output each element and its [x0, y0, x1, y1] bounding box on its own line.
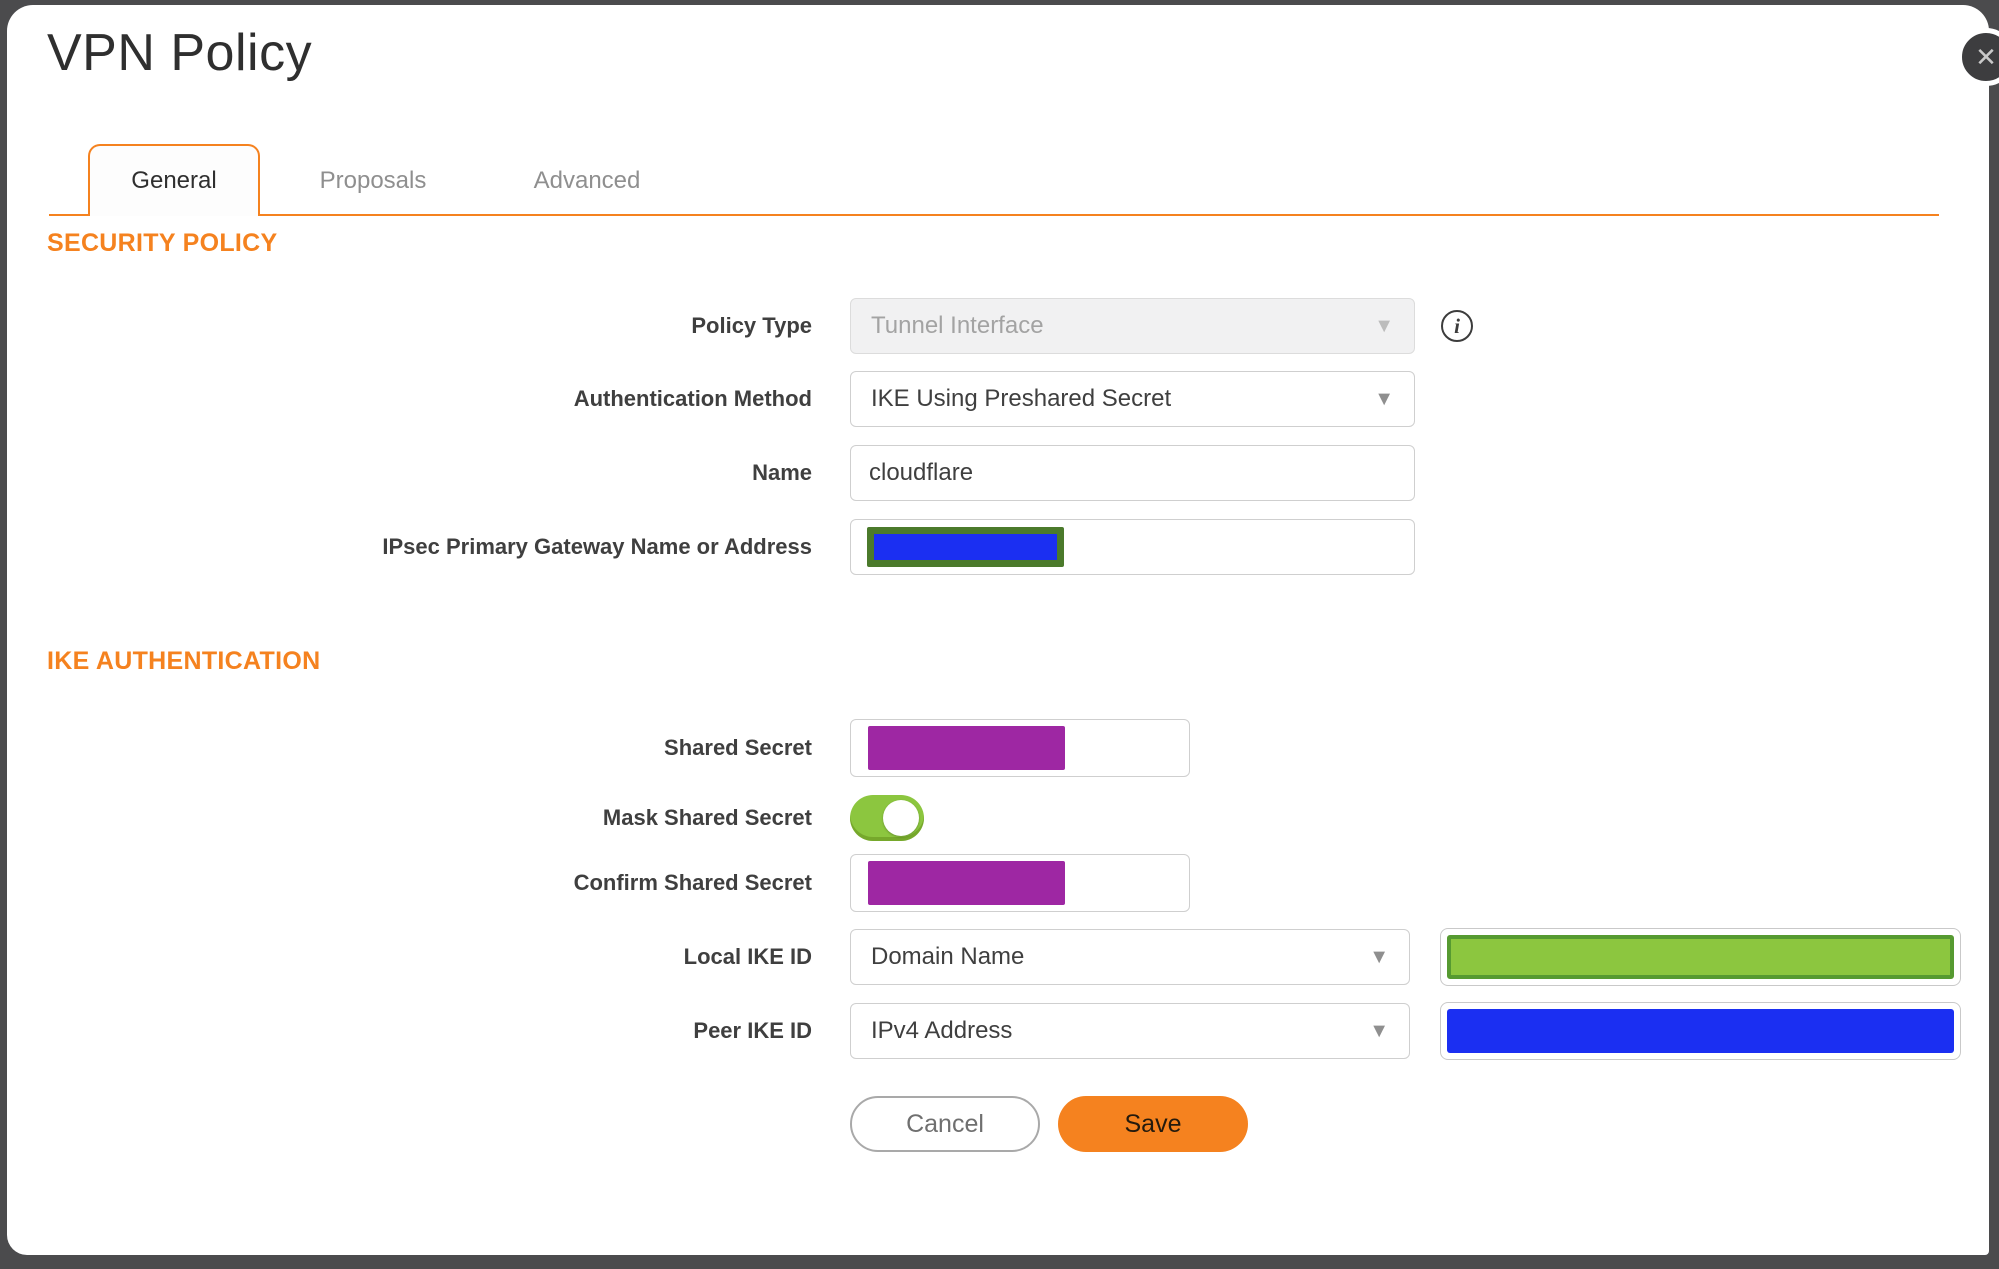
tab-general-label: General: [131, 167, 217, 194]
name-input-wrap: [850, 445, 1415, 501]
cancel-button[interactable]: Cancel: [850, 1096, 1040, 1152]
vpn-policy-dialog: VPN Policy General Proposals Advanced SE…: [7, 5, 1989, 1255]
confirm-shared-secret-redacted-value: [868, 861, 1065, 905]
policy-type-label: Policy Type: [691, 313, 812, 338]
policy-type-value: Tunnel Interface: [871, 312, 1044, 339]
local-ike-id-select[interactable]: Domain Name ▼: [850, 929, 1410, 985]
tab-proposals-label: Proposals: [319, 167, 427, 194]
local-ike-id-label: Local IKE ID: [683, 944, 812, 969]
local-ike-id-redacted-value: [1447, 935, 1954, 979]
dialog-title: VPN Policy: [47, 24, 313, 82]
authentication-method-value: IKE Using Preshared Secret: [871, 385, 1172, 412]
shared-secret-redacted-value: [868, 726, 1065, 770]
peer-ike-id-select[interactable]: IPv4 Address ▼: [850, 1003, 1410, 1059]
peer-ike-id-label: Peer IKE ID: [693, 1018, 812, 1043]
confirm-shared-secret-input[interactable]: [850, 854, 1190, 912]
policy-type-select: Tunnel Interface ▼: [850, 298, 1415, 354]
local-ike-id-value: Domain Name: [871, 943, 1025, 970]
close-icon: ✕: [1975, 42, 1997, 72]
tab-proposals[interactable]: Proposals: [287, 144, 459, 218]
authentication-method-label: Authentication Method: [573, 386, 812, 411]
security-policy-heading: SECURITY POLICY: [47, 229, 278, 257]
chevron-down-icon: ▼: [1369, 1019, 1389, 1042]
chevron-down-icon: ▼: [1369, 945, 1389, 968]
name-input[interactable]: [869, 459, 1396, 487]
confirm-shared-secret-label: Confirm Shared Secret: [573, 870, 812, 895]
mask-shared-secret-toggle[interactable]: [850, 795, 924, 841]
info-icon-glyph: i: [1454, 313, 1460, 338]
ike-authentication-heading: IKE AUTHENTICATION: [47, 647, 321, 675]
toggle-knob: [883, 800, 919, 836]
shared-secret-input[interactable]: [850, 719, 1190, 777]
tab-bar: General Proposals Advanced: [7, 144, 1989, 218]
local-ike-id-value-input[interactable]: [1440, 928, 1961, 986]
mask-shared-secret-label: Mask Shared Secret: [602, 805, 812, 830]
gateway-redacted-value: [867, 527, 1064, 567]
shared-secret-label: Shared Secret: [664, 735, 812, 760]
name-label: Name: [752, 460, 812, 485]
peer-ike-id-value: IPv4 Address: [871, 1017, 1013, 1044]
authentication-method-select[interactable]: IKE Using Preshared Secret ▼: [850, 371, 1415, 427]
chevron-down-icon: ▼: [1374, 314, 1394, 337]
page-background: VPN Policy General Proposals Advanced SE…: [0, 0, 1999, 1269]
gateway-input[interactable]: [850, 519, 1415, 575]
info-icon[interactable]: i: [1441, 310, 1473, 342]
peer-ike-id-redacted-value: [1447, 1009, 1954, 1053]
tab-general[interactable]: General: [88, 144, 260, 216]
gateway-label: IPsec Primary Gateway Name or Address: [382, 534, 812, 559]
peer-ike-id-value-input[interactable]: [1440, 1002, 1961, 1060]
tab-advanced-label: Advanced: [533, 167, 641, 194]
chevron-down-icon: ▼: [1374, 387, 1394, 410]
save-button[interactable]: Save: [1058, 1096, 1248, 1152]
tab-advanced[interactable]: Advanced: [501, 144, 673, 218]
